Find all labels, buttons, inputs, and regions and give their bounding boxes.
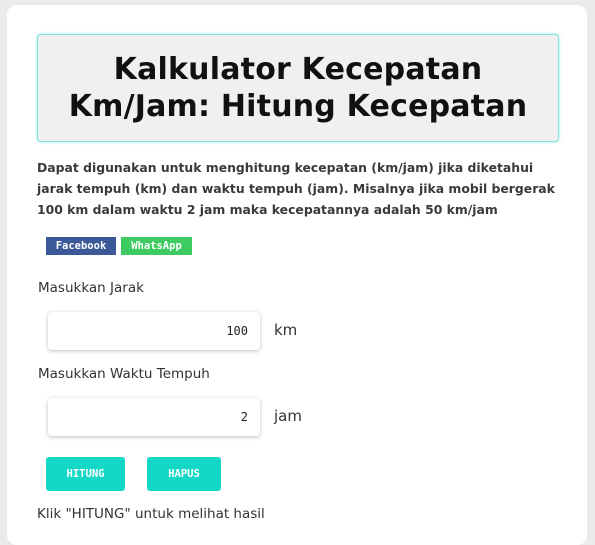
calculator-card: Kalkulator Kecepatan Km/Jam: Hitung Kece… — [7, 5, 587, 545]
time-unit: jam — [274, 407, 302, 425]
time-label: Masukkan Waktu Tempuh — [38, 366, 210, 382]
distance-input[interactable]: 100 — [48, 312, 260, 350]
clear-button[interactable]: HAPUS — [147, 457, 221, 491]
page-title-line2: Km/Jam: Hitung Kecepatan — [68, 89, 528, 124]
distance-label: Masukkan Jarak — [38, 280, 144, 296]
whatsapp-share-button[interactable]: WhatsApp — [121, 237, 192, 255]
description: Dapat digunakan untuk menghitung kecepat… — [37, 160, 555, 217]
calculate-button[interactable]: HITUNG — [46, 457, 125, 491]
time-input[interactable]: 2 — [48, 398, 260, 436]
distance-unit: km — [274, 321, 298, 339]
result-text: Klik "HITUNG" untuk melihat hasil — [37, 506, 265, 522]
page-title: Kalkulator Kecepatan Km/Jam: Hitung Kece… — [69, 51, 528, 125]
facebook-share-button[interactable]: Facebook — [46, 237, 116, 255]
page-title-line1: Kalkulator Kecepatan — [113, 52, 483, 87]
title-box: Kalkulator Kecepatan Km/Jam: Hitung Kece… — [37, 34, 559, 142]
